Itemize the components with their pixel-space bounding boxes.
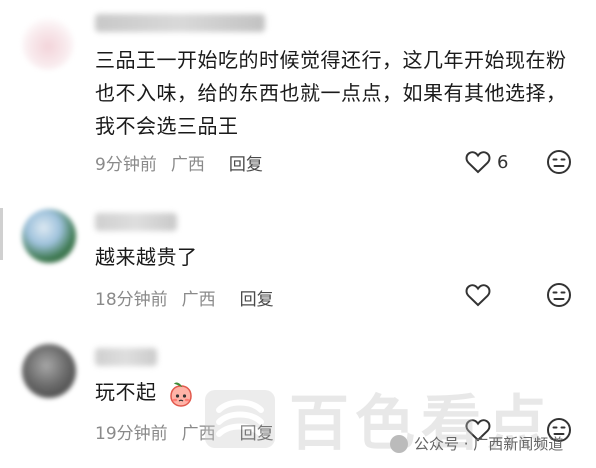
reply-button[interactable]: 回复 [240, 285, 274, 310]
like-count: 6 [497, 152, 509, 173]
timestamp: 9分钟前 [95, 155, 157, 175]
source-text: 公众号 · 广西新闻频道 [414, 435, 564, 453]
comment-line: 也不入味，给的东西也就一点点，如果有其他选择， [95, 81, 567, 105]
comment-text: 越来越贵了 [95, 241, 198, 274]
location: 广西 [181, 424, 216, 444]
username-blurred[interactable] [95, 213, 177, 231]
comment-meta: 18分钟前 广西 回复 [95, 285, 274, 310]
comment-line: 我不会选三品王 [95, 114, 239, 138]
comment-line: 三品王一开始吃的时候觉得还行，这几年开始现在粉 [95, 48, 567, 72]
comment-item: 越来越贵了 18分钟前 广西 回复 [0, 195, 596, 330]
peach-emoji [170, 382, 193, 407]
face-neutral-icon[interactable] [546, 149, 572, 175]
location: 广西 [170, 155, 205, 175]
username-blurred[interactable] [95, 348, 157, 366]
reply-button[interactable]: 回复 [240, 419, 274, 444]
source-label: 公众号 · 广西新闻频道 [390, 433, 563, 454]
comment-text: 玩不起 [95, 376, 195, 409]
username-blurred[interactable] [95, 14, 265, 32]
comment-line: 越来越贵了 [95, 245, 198, 269]
heart-outline-icon[interactable] [465, 150, 491, 174]
avatar[interactable] [22, 344, 76, 398]
avatar[interactable] [22, 209, 76, 263]
comment-text: 三品王一开始吃的时候觉得还行，这几年开始现在粉 也不入味，给的东西也就一点点，如… [95, 44, 567, 143]
location: 广西 [181, 290, 216, 310]
face-neutral-icon[interactable] [546, 282, 572, 308]
comment-line: 玩不起 [95, 380, 157, 404]
avatar[interactable] [22, 18, 74, 70]
timestamp: 19分钟前 [95, 424, 168, 444]
comment-item: 三品王一开始吃的时候觉得还行，这几年开始现在粉 也不入味，给的东西也就一点点，如… [0, 0, 596, 195]
heart-outline-icon[interactable] [465, 283, 491, 307]
wechat-icon [390, 434, 408, 453]
comment-meta: 9分钟前 广西 回复 [95, 150, 263, 175]
reply-button[interactable]: 回复 [229, 150, 263, 175]
comment-meta: 19分钟前 广西 回复 [95, 419, 274, 444]
timestamp: 18分钟前 [95, 290, 168, 310]
